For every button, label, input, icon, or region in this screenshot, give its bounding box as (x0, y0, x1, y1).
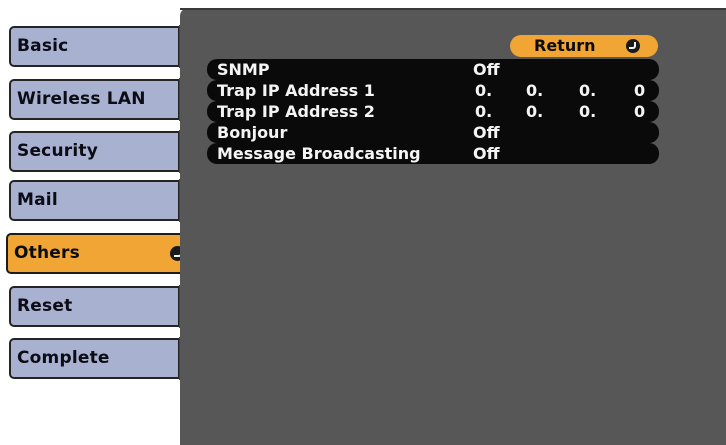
setting-label: SNMP (217, 60, 270, 79)
tab-label: Others (14, 243, 80, 263)
tab-label: Wireless LAN (17, 89, 146, 109)
sidebar: Basic Wireless LAN Security Mail Others … (0, 0, 200, 445)
tab-label: Reset (17, 296, 73, 316)
ip-octet-2[interactable]: 0. (526, 80, 543, 101)
tab-others[interactable]: Others (6, 233, 194, 274)
tab-complete[interactable]: Complete (9, 338, 180, 379)
tab-security[interactable]: Security (9, 131, 180, 172)
ip-octet-3[interactable]: 0. (579, 80, 596, 101)
panel-top-edge (180, 8, 726, 10)
tab-label: Basic (17, 36, 69, 56)
setting-label: Trap IP Address 1 (217, 81, 375, 100)
enter-icon (626, 39, 640, 53)
tab-reset[interactable]: Reset (9, 286, 180, 327)
tab-mail[interactable]: Mail (9, 180, 180, 221)
row-snmp[interactable]: SNMP Off (207, 59, 659, 80)
row-bonjour[interactable]: Bonjour Off (207, 122, 659, 143)
row-trap-ip-2[interactable]: Trap IP Address 2 0. 0. 0. 0 (207, 101, 659, 122)
setting-value: Off (473, 144, 500, 163)
tab-label: Security (17, 141, 98, 161)
setting-label: Bonjour (217, 123, 288, 142)
return-button[interactable]: Return (510, 35, 658, 57)
tab-label: Mail (17, 190, 58, 210)
setting-value: Off (473, 60, 500, 79)
setting-value: Off (473, 123, 500, 142)
ip-octet-3[interactable]: 0. (579, 101, 596, 122)
setting-label: Trap IP Address 2 (217, 102, 375, 121)
ip-octet-2[interactable]: 0. (526, 101, 543, 122)
ip-octet-4[interactable]: 0 (634, 101, 645, 122)
tab-wireless-lan[interactable]: Wireless LAN (9, 79, 180, 120)
setting-label: Message Broadcasting (217, 144, 421, 163)
row-trap-ip-1[interactable]: Trap IP Address 1 0. 0. 0. 0 (207, 80, 659, 101)
tab-label: Complete (17, 348, 110, 368)
ip-octet-4[interactable]: 0 (634, 80, 645, 101)
row-message-broadcasting[interactable]: Message Broadcasting Off (207, 143, 659, 164)
ip-octet-1[interactable]: 0. (475, 101, 492, 122)
tab-basic[interactable]: Basic (9, 26, 180, 67)
return-label: Return (534, 36, 596, 55)
ip-octet-1[interactable]: 0. (475, 80, 492, 101)
